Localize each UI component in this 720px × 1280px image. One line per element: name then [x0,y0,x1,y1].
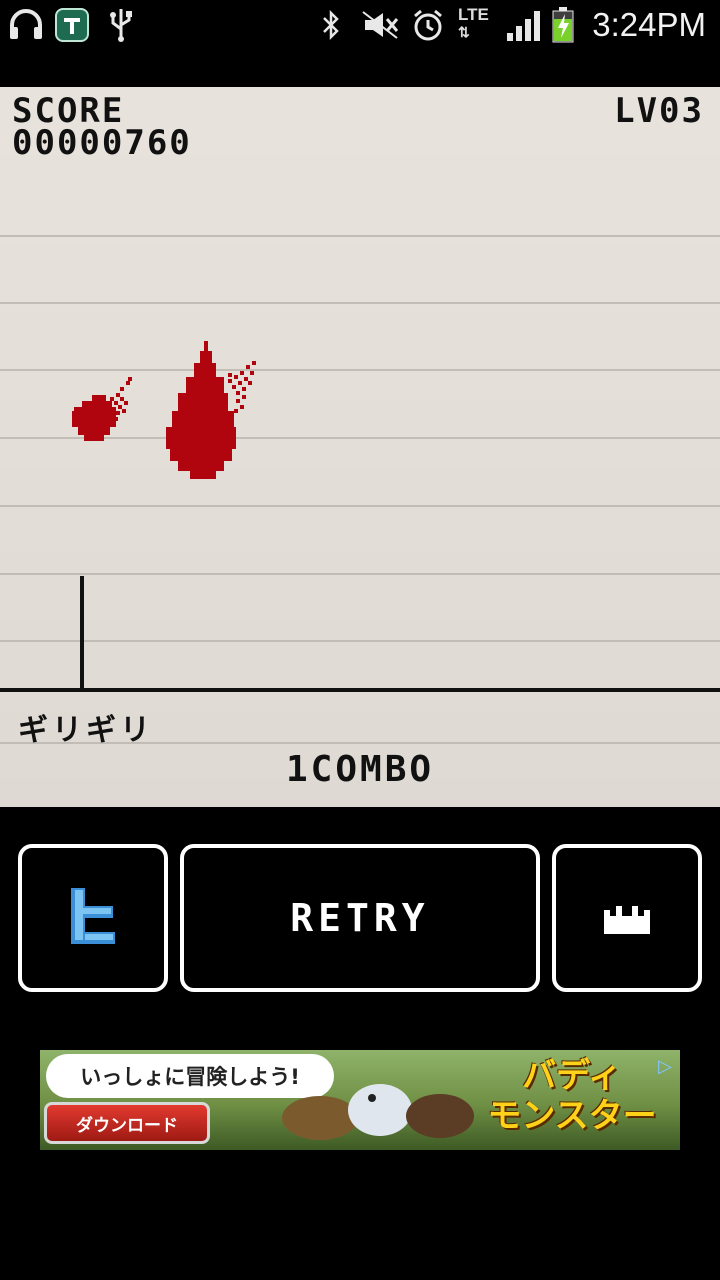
timing-marker [80,576,84,690]
mute-icon [360,8,400,42]
notebook-line [0,573,720,575]
battery-charging-icon [550,7,576,43]
ad-banner[interactable]: いっしょに冒険しよう! ダウンロード バディ モンスター ▷ [40,1050,680,1150]
alarm-icon [410,8,446,42]
clock: 3:24PM [592,6,706,43]
score-value: 00000760 [12,123,192,163]
usb-icon [104,8,138,42]
bluetooth-icon [318,8,344,42]
combo-counter: 1COMBO [286,749,435,790]
notebook-line [0,505,720,507]
ad-title: バディ モンスター [470,1056,674,1136]
game-field[interactable]: SCORE 00000760 LV03 ギリギリ 1COMBO [0,87,720,807]
notebook-line [0,369,720,371]
blood-splatter-large [166,341,256,479]
app-t-icon [54,8,90,42]
ad-monsters-art [282,1084,474,1140]
level-indicator: LV03 [614,91,704,131]
baseline [0,688,720,692]
status-bar: LTE ⇅ 3:24PM [0,0,720,52]
ad-download-button[interactable]: ダウンロード [44,1102,210,1144]
notebook-line [0,235,720,237]
ad-title-line1: バディ [522,1056,622,1096]
signal-icon [504,8,544,42]
crown-icon [604,906,650,934]
twitter-share-button[interactable] [18,844,168,992]
twitter-bird-icon [71,888,115,944]
retry-label: RETRY [290,896,430,940]
network-type: LTE [458,5,489,24]
blood-splatter-small [72,377,132,441]
retry-button[interactable]: RETRY [180,844,540,992]
lte-icon: LTE ⇅ [458,5,489,40]
ranking-button[interactable] [552,844,702,992]
ad-choices-icon[interactable]: ▷ [658,1056,672,1077]
headphones-icon [6,8,46,42]
notebook-line [0,640,720,642]
ad-title-line2: モンスター [487,1096,657,1136]
notebook-line [0,302,720,304]
judgement-text: ギリギリ [18,713,154,748]
